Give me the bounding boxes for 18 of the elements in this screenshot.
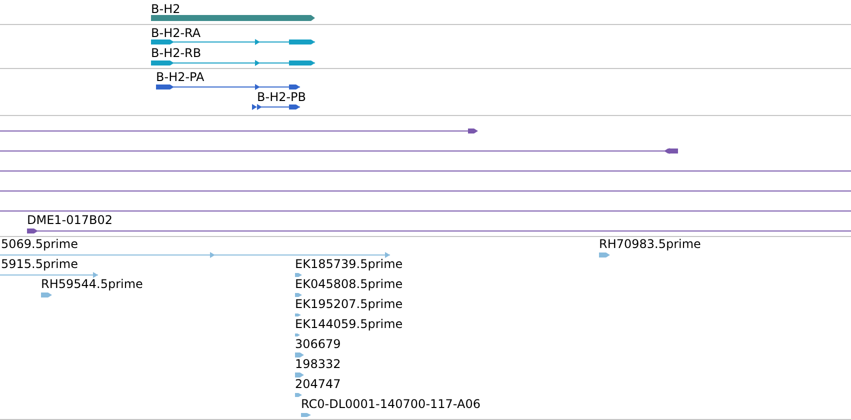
feature-label: RC0-DL0001-140700-117-A06 <box>301 397 480 411</box>
feature-label: B-H2-PB <box>257 90 306 104</box>
feature-label: 204747 <box>295 377 341 391</box>
feature-label: B-H2-RB <box>151 46 202 60</box>
feature-label: 5915.5prime <box>1 257 78 271</box>
feature-label: EK195207.5prime <box>295 297 403 311</box>
feature-label: B-H2-RA <box>151 26 201 40</box>
feature-label: B-H2 <box>151 2 180 16</box>
feature-label: EK144059.5prime <box>295 317 403 331</box>
feature-label: RH59544.5prime <box>41 277 143 291</box>
feature-label: RH70983.5prime <box>599 237 701 251</box>
feature-label: EK185739.5prime <box>295 257 403 271</box>
feature-label: B-H2-PA <box>156 70 204 84</box>
feature-label: DME1-017B02 <box>27 213 113 227</box>
feature-label: 306679 <box>295 337 341 351</box>
feature-label: 198332 <box>295 357 341 371</box>
feature-label: EK045808.5prime <box>295 277 403 291</box>
feature-label: 5069.5prime <box>1 237 78 251</box>
